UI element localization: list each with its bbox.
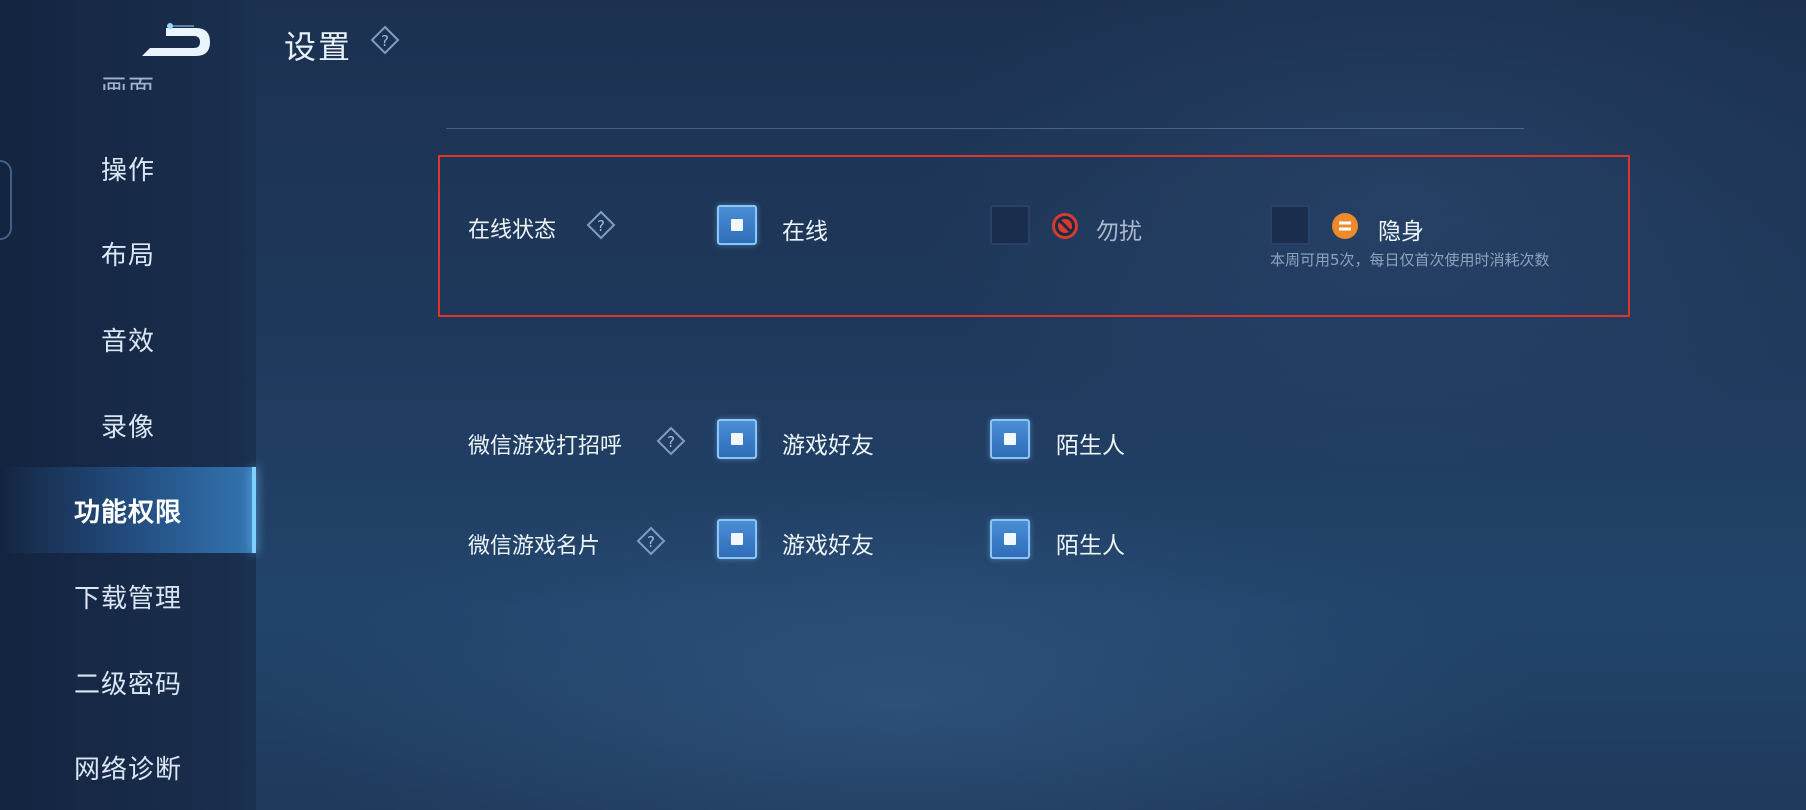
wechat-card-label: 微信游戏名片: [468, 534, 601, 559]
back-button[interactable]: [136, 18, 218, 66]
invisible-icon: [1330, 211, 1360, 241]
sidebar-item-graphics[interactable]: 画面: [0, 60, 256, 90]
online-status-highlight-box: [438, 155, 1630, 317]
back-arrow-icon: [142, 23, 210, 56]
sidebar-item-layout[interactable]: 布局: [0, 210, 256, 296]
sidebar-item-sound[interactable]: 音效: [0, 296, 256, 382]
do-not-disturb-checkbox[interactable]: [990, 205, 1030, 245]
sidebar-item-replay[interactable]: 录像: [0, 382, 256, 468]
sidebar: 画面 操作 布局 音效 录像 功能权限 下载管理 二级密码 网络诊断: [0, 0, 256, 810]
svg-text:?: ?: [647, 533, 655, 551]
no-entry-icon: [1050, 211, 1080, 241]
wechat-greeting-strangers-checkbox[interactable]: [990, 419, 1030, 459]
wechat-greeting-friends-label: 游戏好友: [782, 433, 874, 459]
online-checkbox[interactable]: [717, 205, 757, 245]
svg-text:?: ?: [381, 32, 389, 50]
sidebar-item-secondary-password[interactable]: 二级密码: [0, 639, 256, 725]
svg-text:?: ?: [667, 433, 675, 451]
invisible-option-label: 隐身: [1378, 219, 1424, 245]
page-title: 设置: [284, 28, 353, 66]
wechat-greeting-help-icon[interactable]: ?: [656, 426, 686, 456]
wechat-card-friends-checkbox[interactable]: [717, 519, 757, 559]
wechat-card-strangers-label: 陌生人: [1056, 533, 1125, 559]
invisible-usage-note: 本周可用5次，每日仅首次使用时消耗次数: [1270, 251, 1550, 269]
title-help-icon[interactable]: ?: [370, 25, 400, 55]
online-status-label: 在线状态: [468, 218, 557, 243]
online-option-label: 在线: [782, 219, 828, 245]
section-divider: [446, 128, 1524, 129]
svg-text:?: ?: [597, 217, 605, 235]
wechat-card-friends-label: 游戏好友: [782, 533, 874, 559]
wechat-card-help-icon[interactable]: ?: [636, 526, 666, 556]
sidebar-item-controls[interactable]: 操作: [0, 125, 256, 211]
do-not-disturb-option-label: 勿扰: [1096, 219, 1142, 245]
wechat-greeting-strangers-label: 陌生人: [1056, 433, 1125, 459]
wechat-greeting-label: 微信游戏打招呼: [468, 434, 623, 459]
sidebar-item-downloads[interactable]: 下载管理: [0, 553, 256, 639]
wechat-card-strangers-checkbox[interactable]: [990, 519, 1030, 559]
invisible-checkbox[interactable]: [1270, 205, 1310, 245]
online-status-help-icon[interactable]: ?: [586, 210, 616, 240]
sidebar-item-permissions[interactable]: 功能权限: [0, 467, 256, 553]
sidebar-item-network-diagnosis[interactable]: 网络诊断: [0, 724, 256, 810]
wechat-greeting-friends-checkbox[interactable]: [717, 419, 757, 459]
